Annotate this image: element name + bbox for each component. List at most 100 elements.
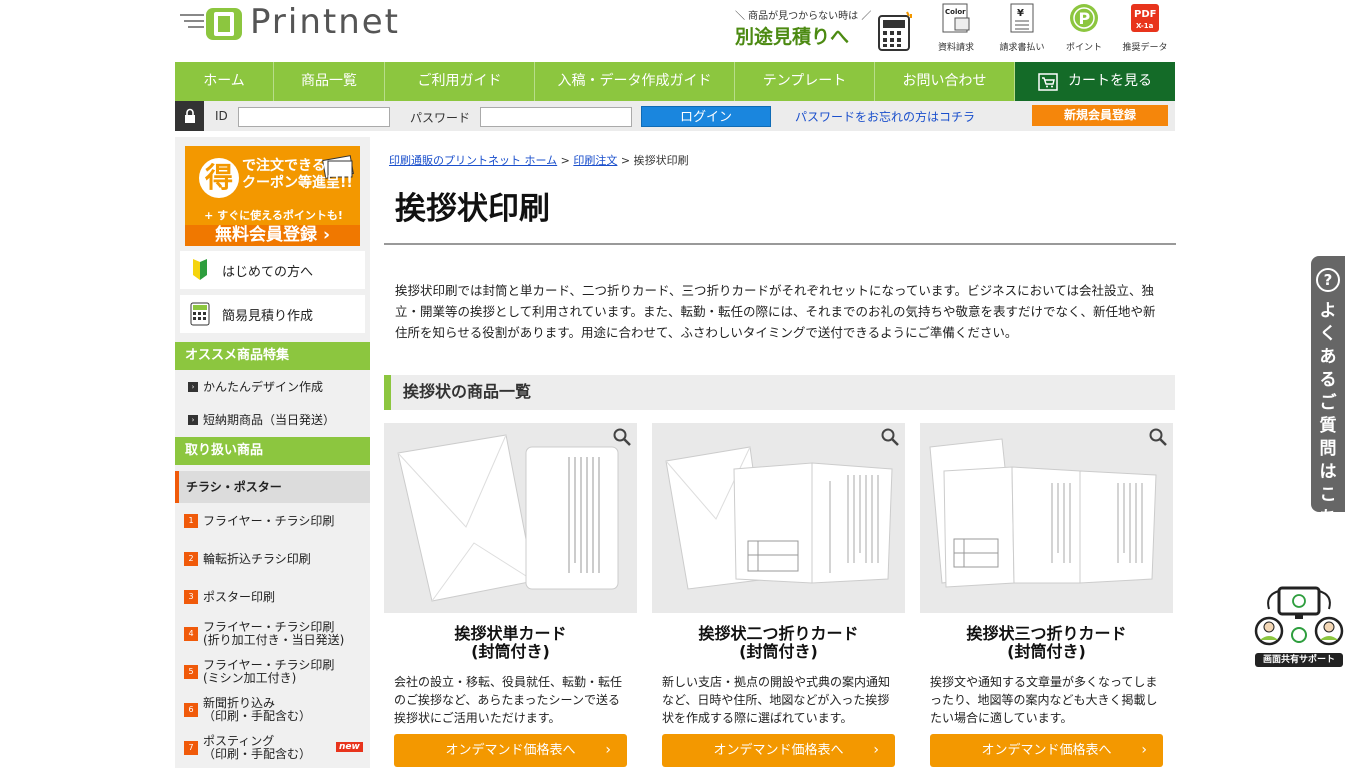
nav-products[interactable]: 商品一覧 (274, 62, 385, 101)
product-name: 挨拶状単カード (封筒付き) (454, 624, 567, 661)
intro-text: 挨拶状印刷では封筒と単カード、二つ折りカード、三つ折りカードがそれぞれセットにな… (395, 283, 1156, 340)
product-image-single[interactable] (384, 423, 637, 613)
banner-line1: で注文できる クーポン等進呈!! (242, 158, 353, 191)
featured-short-delivery-link[interactable]: › 短納期商品（当日発送） (188, 411, 335, 428)
sidebar-item-posting[interactable]: 7 ポスティング （印刷・手配含む） (184, 735, 311, 761)
banner-circle: 得 (199, 158, 239, 198)
sidebar-item-rotary-flyer[interactable]: 2 輪転折込チラシ印刷 (184, 552, 311, 566)
point-icon: P (1069, 3, 1099, 33)
header-catalog-link[interactable]: Color 資料請求 (927, 3, 985, 55)
chevron-right-icon: › (873, 742, 879, 758)
sidebar: 得 で注文できる クーポン等進呈!! + すぐに使えるポイントも! 無料会員登録 … (175, 137, 370, 768)
estimate-big-text: 別途見積りへ (735, 26, 850, 48)
breadcrumb-home-link[interactable]: 印刷通販のプリントネット ホーム (389, 154, 557, 167)
screen-share-support[interactable]: 画面共有サポート (1253, 585, 1345, 669)
logo-text: Printnet (250, 2, 401, 42)
featured-header: オススメ商品特集 (175, 342, 370, 370)
product-name: 挨拶状二つ折りカード (封筒付き) (698, 624, 859, 661)
estimate-banner[interactable]: ＼ 商品が見つからない時は ／ 別途見積りへ (735, 4, 913, 54)
screen-share-label: 画面共有サポート (1255, 653, 1343, 667)
svg-text:PDF: PDF (1134, 9, 1156, 20)
nav-contact[interactable]: お問い合わせ (875, 62, 1015, 101)
screen-share-icon (1254, 586, 1344, 646)
breadcrumb: 印刷通販のプリントネット ホーム > 印刷注文 > 挨拶状印刷 (389, 154, 689, 167)
faq-tab[interactable]: ? よくあるご質問はこちら (1311, 256, 1345, 551)
title-divider (384, 243, 1176, 245)
invoice-label: 請求書払い (999, 43, 1045, 53)
sidebar-item-flyer-folded[interactable]: 4 フライヤー・チラシ印刷 (折り加工付き・当日発送) (184, 621, 344, 647)
quick-estimate-label: 簡易見積り作成 (222, 308, 314, 324)
ondemand-price-button[interactable]: オンデマンド価格表へ › (930, 734, 1163, 767)
calculator-small-icon (188, 301, 212, 327)
nav-templates[interactable]: テンプレート (735, 62, 875, 101)
login-button[interactable]: ログイン (641, 106, 771, 127)
cart-icon (1038, 72, 1058, 91)
zoom-icon (1149, 428, 1167, 446)
category-flyer-poster[interactable]: チラシ・ポスター (175, 471, 370, 503)
chevron-right-icon: › (1141, 742, 1147, 758)
catalog-label: 資料請求 (937, 43, 974, 53)
cart-label: カートを見る (1068, 73, 1152, 89)
invoice-icon: ¥ (1007, 3, 1037, 33)
pdf-label: 推奨データ (1122, 43, 1168, 53)
register-button[interactable]: 新規会員登録 (1032, 105, 1168, 126)
nav-cart-button[interactable]: カートを見る (1015, 62, 1175, 101)
zoom-icon (613, 428, 631, 446)
password-input[interactable] (480, 107, 632, 127)
product-card-single: 挨拶状単カード (封筒付き) 会社の設立・移転、役員就任、転勤・転任のご挨拶など、… (384, 423, 637, 768)
header-pdf-link[interactable]: PDF X-1a 推奨データ (1116, 3, 1174, 55)
ondemand-price-button[interactable]: オンデマンド価格表へ › (394, 734, 627, 767)
estimate-small-text: ＼ 商品が見つからない時は ／ (735, 11, 872, 22)
breadcrumb-current: 挨拶状印刷 (633, 154, 689, 167)
arrow-icon: › (188, 414, 198, 425)
password-label: パスワード (410, 111, 471, 125)
products-header: 取り扱い商品 (175, 437, 370, 465)
sidebar-item-flyer-perforated[interactable]: 5 フライヤー・チラシ印刷 (ミシン加工付き) (184, 659, 334, 685)
sidebar-item-flyer[interactable]: 1 フライヤー・チラシ印刷 (184, 514, 334, 528)
nav-guide[interactable]: ご利用ガイド (385, 62, 535, 101)
faq-label: よくあるご質問はこちら (1319, 301, 1337, 551)
lock-icon (175, 101, 204, 131)
nav-home[interactable]: ホーム (175, 62, 274, 101)
id-label: ID (215, 109, 228, 123)
product-name: 挨拶状三つ折りカード (封筒付き) (966, 624, 1127, 661)
pdf-icon: PDF X-1a (1130, 3, 1160, 33)
ondemand-price-button[interactable]: オンデマンド価格表へ › (662, 734, 895, 767)
main-nav: ホーム 商品一覧 ご利用ガイド 入稿・データ作成ガイド テンプレート お問い合わ… (175, 62, 1175, 101)
arrow-icon: › (188, 381, 198, 392)
svg-text:P: P (1079, 9, 1091, 28)
svg-text:¥: ¥ (1017, 8, 1024, 19)
sidebar-item-newspaper-insert[interactable]: 6 新聞折り込み （印刷・手配含む） (184, 697, 311, 723)
catalog-icon: Color (941, 3, 971, 33)
point-label: ポイント (1065, 43, 1102, 53)
product-description: 挨拶文や通知する文章量が多くなってしまったり、地図等の案内なども大きく掲載したい… (930, 675, 1158, 725)
nav-data-guide[interactable]: 入稿・データ作成ガイド (535, 62, 735, 101)
quick-estimate-link[interactable]: 簡易見積り作成 (180, 295, 365, 333)
product-image-three-fold[interactable] (920, 423, 1173, 613)
beginner-leaf-icon (188, 257, 212, 283)
product-description: 新しい支店・拠点の開設や式典の案内通知など、日時や住所、地図などが入った挨拶状を… (662, 675, 891, 725)
forgot-password-link[interactable]: パスワードをお忘れの方はコチラ (795, 108, 975, 125)
calculator-icon (878, 11, 912, 51)
question-icon: ? (1316, 268, 1340, 292)
new-badge: new (336, 742, 363, 752)
beginner-link[interactable]: はじめての方へ (180, 251, 365, 289)
section-title: 挨拶状の商品一覧 (384, 375, 1175, 410)
product-description: 会社の設立・移転、役員就任、転勤・転任のご挨拶など、あらたまったシーンで送る挨拶… (394, 675, 623, 725)
header-invoice-link[interactable]: ¥ 請求書払い (993, 3, 1051, 55)
page-title: 挨拶状印刷 (395, 191, 550, 227)
printnet-logo[interactable]: Printnet (180, 0, 410, 50)
product-card-two-fold: 挨拶状二つ折りカード (封筒付き) 新しい支店・拠点の開設や式典の案内通知など、日… (652, 423, 905, 768)
header-point-link[interactable]: P ポイント (1055, 3, 1113, 55)
product-image-two-fold[interactable] (652, 423, 905, 613)
svg-text:X-1a: X-1a (1136, 22, 1154, 30)
sidebar-item-poster[interactable]: 3 ポスター印刷 (184, 590, 275, 604)
svg-text:Color: Color (945, 8, 966, 16)
logo-mark-icon (180, 8, 242, 40)
id-input[interactable] (238, 107, 390, 127)
featured-easy-design-link[interactable]: › かんたんデザイン作成 (188, 378, 323, 395)
member-banner[interactable]: 得 で注文できる クーポン等進呈!! + すぐに使えるポイントも! 無料会員登録 … (185, 146, 360, 246)
banner-line3: + すぐに使えるポイントも! (204, 209, 343, 222)
breadcrumb-order-link[interactable]: 印刷注文 (573, 154, 617, 167)
login-bar: ID パスワード ログイン パスワードをお忘れの方はコチラ 新規会員登録 (175, 101, 1175, 131)
